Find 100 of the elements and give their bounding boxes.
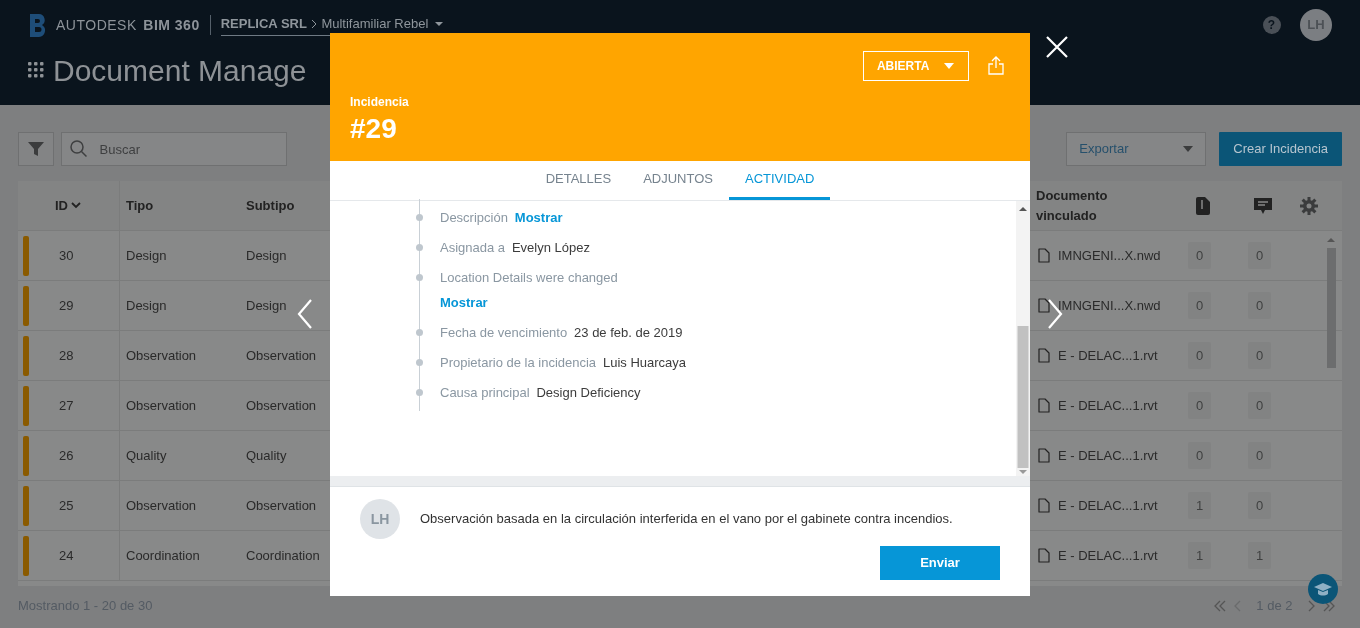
send-button[interactable]: Enviar <box>880 545 1000 580</box>
comment-count: 0 <box>1248 341 1272 370</box>
file-icon <box>1038 348 1050 363</box>
column-header[interactable]: ID <box>18 181 120 231</box>
search-icon <box>69 140 88 158</box>
document-link[interactable]: IMNGENI...X.nwd <box>1058 295 1161 316</box>
issue-number: #29 <box>350 112 398 146</box>
column-header[interactable]: Documento vinculado <box>1030 181 1180 231</box>
file-icon <box>1038 248 1050 263</box>
comment-count: 0 <box>1248 291 1272 320</box>
caret-down-icon <box>434 21 443 27</box>
table-cell-text: 27 <box>59 396 74 415</box>
status-bar <box>23 385 29 426</box>
attachment-count: 1 <box>1188 491 1212 520</box>
column-header[interactable]: Subtipo <box>240 181 330 231</box>
table-cell-text: Observation <box>126 496 197 515</box>
status-bar <box>23 485 29 526</box>
account-link[interactable]: REPLICA SRL <box>220 14 307 34</box>
table-cell-text: Design <box>126 246 167 265</box>
tab[interactable]: ADJUNTOS <box>627 161 729 200</box>
table-cell-text: 28 <box>59 346 74 365</box>
activity-entry: Descripción Mostrar <box>440 209 564 227</box>
help-cap-icon[interactable] <box>1308 574 1338 604</box>
document-link[interactable]: IMNGENI...X.nwd <box>1058 245 1161 266</box>
settings-icon[interactable] <box>1300 196 1318 215</box>
project-link[interactable]: Multifamiliar Rebel <box>321 14 429 34</box>
status-bar <box>23 285 29 326</box>
show-link[interactable]: Mostrar <box>514 210 563 225</box>
status-bar <box>23 235 29 276</box>
table-cell-text: Coordination <box>246 546 320 565</box>
activity-entry: Location Details were changed <box>440 269 619 287</box>
status-bar <box>23 535 29 576</box>
attachment-count: 1 <box>1188 541 1212 570</box>
table-cell-text: 29 <box>59 296 74 315</box>
attachment-count: 0 <box>1188 341 1212 370</box>
table-cell-text: Design <box>126 296 167 315</box>
document-link[interactable]: E - DELAC...1.rvt <box>1058 545 1158 566</box>
column-header[interactable] <box>1300 181 1342 231</box>
table-cell-text: 24 <box>59 546 74 565</box>
column-header[interactable]: Tipo <box>120 181 240 231</box>
comment-icon[interactable] <box>1254 196 1272 215</box>
table-cell-text: Observation <box>126 396 197 415</box>
attachment-count: 0 <box>1188 241 1212 270</box>
caret-down-icon <box>1183 146 1194 152</box>
document-link[interactable]: E - DELAC...1.rvt <box>1058 495 1158 516</box>
search-field[interactable]: Buscar <box>60 132 287 166</box>
table-cell-text: Quality <box>246 446 287 465</box>
comment-count: 0 <box>1248 391 1272 420</box>
table-cell-text: 26 <box>59 446 74 465</box>
table-cell-text: Design <box>246 296 287 315</box>
share-icon[interactable] <box>988 55 1004 75</box>
table-cell-text: Observation <box>246 496 317 515</box>
table-cell-text: Coordination <box>126 546 200 565</box>
tab[interactable]: DETALLES <box>529 161 628 200</box>
tab[interactable]: ACTIVIDAD <box>729 161 831 200</box>
table-cell-text: Design <box>246 246 287 265</box>
product-name: BIM 360 <box>143 15 200 35</box>
file-icon <box>1038 398 1050 413</box>
user-avatar: LH <box>360 499 400 539</box>
activity-entry: Fecha de vencimiento 23 de feb. de 2019 <box>440 324 684 342</box>
document-link[interactable]: E - DELAC...1.rvt <box>1058 345 1158 366</box>
issue-label: Incidencia <box>350 94 410 111</box>
status-bar <box>23 335 29 376</box>
file-icon <box>1038 298 1050 313</box>
last-page-icon[interactable] <box>1322 599 1336 612</box>
export-dropdown[interactable]: Exportar <box>1066 132 1207 166</box>
status-bar <box>23 435 29 476</box>
scrollbar[interactable] <box>1016 201 1030 476</box>
file-icon <box>1038 498 1050 513</box>
document-link[interactable]: E - DELAC...1.rvt <box>1058 445 1158 466</box>
table-cell-text: 30 <box>59 246 74 265</box>
table-cell-text: Quality <box>126 446 167 465</box>
show-link[interactable]: Mostrar <box>440 290 488 315</box>
filter-button[interactable] <box>18 132 54 166</box>
logo-icon[interactable] <box>28 12 48 38</box>
sort-down-icon <box>71 202 82 209</box>
attachment-icon[interactable] <box>1196 196 1210 215</box>
file-icon <box>1038 548 1050 563</box>
close-icon[interactable] <box>1045 35 1069 59</box>
app-grid-icon[interactable] <box>28 62 44 78</box>
caret-down-icon <box>944 63 955 69</box>
table-cell-text: Observation <box>246 396 317 415</box>
chevron-right-icon <box>310 19 319 29</box>
create-issue-button[interactable]: Crear Incidencia <box>1219 132 1342 166</box>
table-cell-text: Observation <box>126 346 197 365</box>
attachment-count: 0 <box>1188 391 1212 420</box>
activity-entry: Causa principal Design Deficiency <box>440 384 642 402</box>
comment-count: 0 <box>1248 491 1272 520</box>
file-icon <box>1038 448 1050 463</box>
filter-icon <box>28 142 44 156</box>
activity-entry: Propietario de la incidencia Luis Huarcaya <box>440 354 688 372</box>
page-title: Document Manage <box>53 52 307 89</box>
comment-count: 0 <box>1248 241 1272 270</box>
attachment-count: 0 <box>1188 441 1212 470</box>
help-icon[interactable]: ? <box>1262 16 1281 34</box>
comment-count: 1 <box>1248 541 1272 570</box>
document-link[interactable]: E - DELAC...1.rvt <box>1058 395 1158 416</box>
attachment-count: 0 <box>1188 291 1212 320</box>
first-page-icon[interactable] <box>1212 599 1227 612</box>
brand-name: AUTODESK <box>56 15 137 35</box>
